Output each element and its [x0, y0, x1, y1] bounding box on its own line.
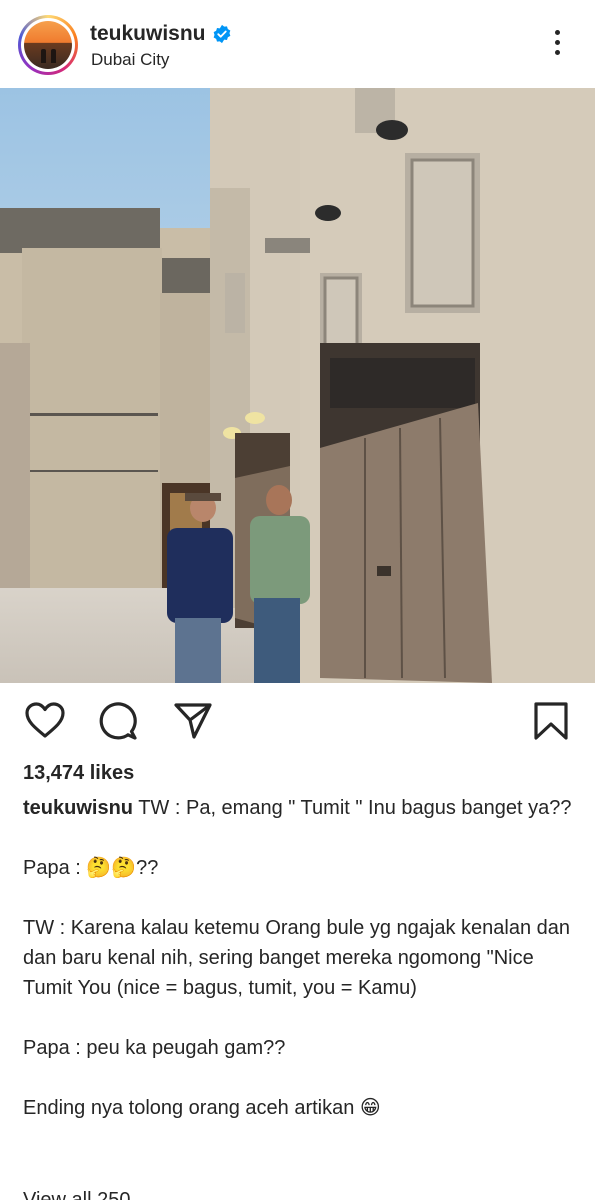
post-caption: teukuwisnu TW : Pa, emang " Tumit " Inu … [23, 793, 578, 1153]
action-bar [0, 700, 595, 744]
username-text[interactable]: teukuwisnu [90, 22, 206, 46]
view-comments-link[interactable]: View all 250 [23, 1189, 130, 1200]
avatar[interactable] [18, 15, 78, 75]
caption-paragraph: Papa : 🤔🤔?? [23, 857, 159, 879]
caption-paragraph: Ending nya tolong orang aceh artikan 😁 [23, 1097, 381, 1119]
avatar-image [24, 21, 72, 69]
post-header: teukuwisnu Dubai City [0, 0, 595, 88]
more-vertical-icon[interactable] [545, 30, 569, 60]
bookmark-icon[interactable] [530, 700, 572, 742]
caption-paragraph: Papa : peu ka peugah gam?? [23, 1037, 286, 1059]
verified-badge-icon [213, 24, 230, 44]
comment-icon[interactable] [98, 700, 140, 742]
caption-paragraph: teukuwisnu TW : Pa, emang " Tumit " Inu … [23, 793, 578, 823]
caption-username[interactable]: teukuwisnu [23, 797, 133, 819]
post-location[interactable]: Dubai City [91, 50, 169, 70]
photo-scene [0, 88, 595, 683]
heart-icon[interactable] [24, 700, 66, 742]
post-username[interactable]: teukuwisnu [90, 22, 232, 46]
post-photo[interactable] [0, 88, 595, 683]
send-icon[interactable] [172, 700, 214, 742]
caption-text: TW : Pa, emang " Tumit " Inu bagus bange… [133, 797, 572, 819]
caption-paragraph: TW : Karena kalau ketemu Orang bule yg n… [23, 917, 570, 999]
likes-count[interactable]: 13,474 likes [23, 762, 134, 785]
